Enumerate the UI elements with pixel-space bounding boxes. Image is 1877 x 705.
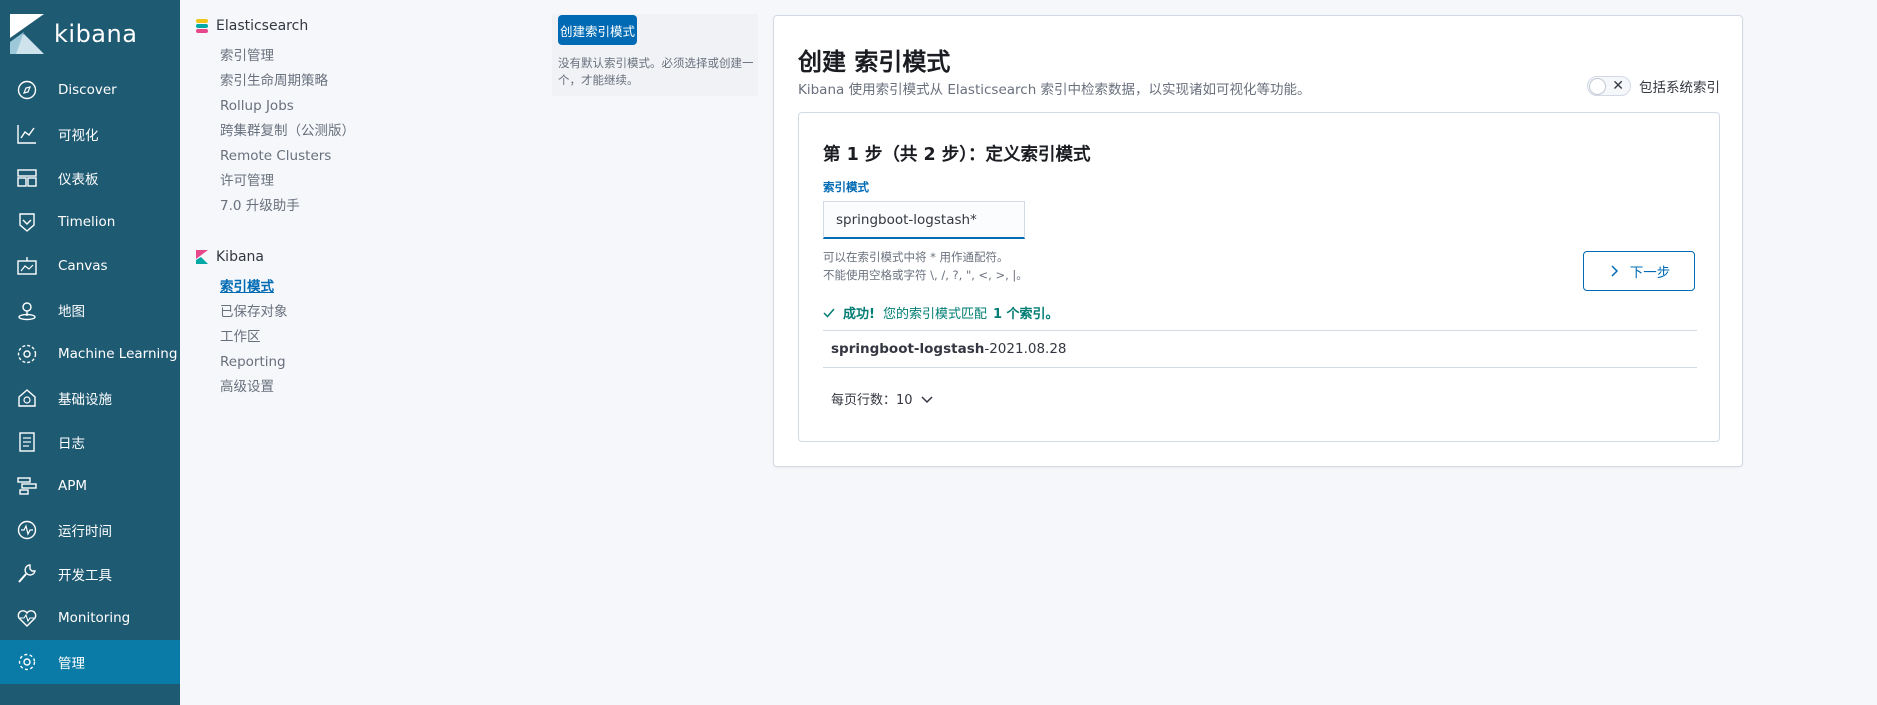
ml-icon bbox=[16, 343, 38, 365]
next-step-label: 下一步 bbox=[1629, 265, 1671, 281]
chevron-right-icon bbox=[1611, 265, 1618, 277]
next-step-button[interactable]: 下一步 bbox=[1583, 251, 1695, 291]
kibana-section-icon bbox=[196, 250, 208, 264]
uptime-icon bbox=[16, 519, 38, 541]
infrastructure-icon bbox=[16, 387, 38, 409]
toggle-knob bbox=[1589, 78, 1606, 95]
gear-icon bbox=[16, 651, 38, 673]
logs-icon bbox=[16, 431, 38, 453]
nav-item-label: 仪表板 bbox=[58, 172, 99, 188]
include-system-indices: ✕ 包括系统索引 bbox=[1587, 76, 1720, 96]
nav-item-compass[interactable]: Discover bbox=[0, 68, 180, 112]
success-prefix: 成功! bbox=[843, 307, 875, 322]
step-title: 第 1 步（共 2 步）：定义索引模式 bbox=[823, 145, 1091, 165]
rows-per-page-select[interactable]: 每页行数：10 bbox=[831, 389, 933, 408]
elasticsearch-link[interactable]: 索引生命周期策略 bbox=[196, 69, 526, 94]
dashboard-icon bbox=[16, 167, 38, 189]
nav-item-gear[interactable]: 管理 bbox=[0, 640, 180, 684]
left-nav: kibana Discover 可视化仪表板 Timelion Canvas 地图 Mac… bbox=[0, 0, 180, 705]
nav-item-canvas[interactable]: Canvas bbox=[0, 244, 180, 288]
include-system-indices-toggle[interactable]: ✕ bbox=[1587, 76, 1631, 96]
index-name-rest: -2021.08.28 bbox=[984, 341, 1067, 357]
nav-item-label: 基础设施 bbox=[58, 392, 112, 408]
chart-icon bbox=[16, 123, 38, 145]
elasticsearch-link[interactable]: 7.0 升级助手 bbox=[196, 194, 526, 219]
nav-item-uptime[interactable]: 运行时间 bbox=[0, 508, 180, 552]
create-index-pattern-panel: 创建 索引模式 Kibana 使用索引模式从 Elasticsearch 索引中… bbox=[773, 15, 1743, 467]
nav-item-infrastructure[interactable]: 基础设施 bbox=[0, 376, 180, 420]
index-name-match: springboot-logstash bbox=[831, 341, 985, 357]
matching-index-row: springboot-logstash -2021.08.28 bbox=[823, 330, 1697, 368]
rows-per-page-label: 每页行数：10 bbox=[831, 393, 913, 408]
success-text: 您的索引模式匹配 bbox=[882, 307, 987, 322]
kibana-section-header: Kibana bbox=[196, 247, 526, 267]
nav-item-label: Timelion bbox=[58, 214, 116, 230]
page-title: 创建 索引模式 bbox=[798, 48, 951, 76]
canvas-icon bbox=[16, 255, 38, 277]
nav-item-timelion[interactable]: Timelion bbox=[0, 200, 180, 244]
wrench-icon bbox=[16, 563, 38, 585]
nav-item-wrench[interactable]: 开发工具 bbox=[0, 552, 180, 596]
elasticsearch-link[interactable]: 索引管理 bbox=[196, 44, 526, 69]
compass-icon bbox=[16, 79, 38, 101]
index-pattern-help: 可以在索引模式中将 * 用作通配符。 不能使用空格或字符 \, /, ?, ",… bbox=[823, 248, 1028, 284]
management-sidebar: Elasticsearch 索引管理 索引生命周期策略 Rollup Jobs 跨集群… bbox=[196, 16, 526, 400]
kibana-link[interactable]: 高级设置 bbox=[196, 375, 526, 400]
kibana-logo-icon bbox=[10, 14, 44, 54]
nav-item-label: 管理 bbox=[58, 656, 85, 672]
nav-item-apm[interactable]: APM bbox=[0, 464, 180, 508]
elasticsearch-section-header: Elasticsearch bbox=[196, 16, 526, 36]
nav-item-dashboard[interactable]: 仪表板 bbox=[0, 156, 180, 200]
map-icon bbox=[16, 299, 38, 321]
callout-message: 没有默认索引模式。必须选择或创建一个，才能继续。 bbox=[558, 56, 754, 87]
nav-item-map[interactable]: 地图 bbox=[0, 288, 180, 332]
elasticsearch-link[interactable]: 许可管理 bbox=[196, 169, 526, 194]
elasticsearch-section-title: Elasticsearch bbox=[216, 18, 309, 34]
elasticsearch-link[interactable]: 跨集群复制（公测版） bbox=[196, 119, 526, 144]
elasticsearch-icon bbox=[196, 19, 208, 33]
nav-item-label: Discover bbox=[58, 82, 117, 98]
index-pattern-input[interactable] bbox=[823, 201, 1025, 239]
nav-item-label: Monitoring bbox=[58, 610, 131, 626]
close-icon: ✕ bbox=[1612, 78, 1624, 94]
nav-item-heartbeat[interactable]: Monitoring bbox=[0, 596, 180, 640]
check-icon bbox=[823, 308, 835, 318]
heartbeat-icon bbox=[16, 607, 38, 629]
nav-item-label: 开发工具 bbox=[58, 568, 112, 584]
page-subtitle: Kibana 使用索引模式从 Elasticsearch 索引中检索数据，以实现… bbox=[798, 82, 1311, 98]
include-system-indices-label: 包括系统索引 bbox=[1639, 80, 1720, 96]
timelion-icon bbox=[16, 211, 38, 233]
elasticsearch-link[interactable]: Remote Clusters bbox=[196, 144, 526, 169]
kibana-section-title: Kibana bbox=[216, 249, 264, 265]
kibana-link[interactable]: 已保存对象 bbox=[196, 300, 526, 325]
nav-item-label: Canvas bbox=[58, 258, 108, 274]
nav-item-label: 地图 bbox=[58, 304, 85, 320]
nav-item-label: 日志 bbox=[58, 436, 85, 452]
elasticsearch-link[interactable]: Rollup Jobs bbox=[196, 94, 526, 119]
nav-item-label: Machine Learning bbox=[58, 346, 178, 362]
apm-icon bbox=[16, 475, 38, 497]
help-line-wildcard: 可以在索引模式中将 * 用作通配符。 bbox=[823, 250, 1009, 264]
help-line-characters: 不能使用空格或字符 \, /, ?, ", <, >, |。 bbox=[823, 268, 1028, 282]
kibana-logo[interactable]: kibana bbox=[0, 0, 180, 68]
app-name: kibana bbox=[54, 20, 138, 48]
nav-item-label: 可视化 bbox=[58, 128, 99, 144]
chevron-down-icon bbox=[921, 395, 933, 403]
success-count: 1 个索引。 bbox=[992, 307, 1059, 322]
nav-item-ml[interactable]: Machine Learning bbox=[0, 332, 180, 376]
kibana-link[interactable]: 索引模式 bbox=[196, 275, 526, 300]
step-one-card: 第 1 步（共 2 步）：定义索引模式 索引模式 可以在索引模式中将 * 用作通… bbox=[798, 112, 1720, 442]
nav-item-logs[interactable]: 日志 bbox=[0, 420, 180, 464]
kibana-link[interactable]: 工作区 bbox=[196, 325, 526, 350]
kibana-link[interactable]: Reporting bbox=[196, 350, 526, 375]
create-index-pattern-button[interactable]: 创建索引模式 bbox=[558, 15, 637, 45]
nav-item-label: APM bbox=[58, 478, 88, 494]
nav-item-chart[interactable]: 可视化 bbox=[0, 112, 180, 156]
nav-item-label: 运行时间 bbox=[58, 524, 112, 540]
match-success-message: 成功! 您的索引模式匹配 1 个索引。 bbox=[823, 303, 1059, 322]
index-pattern-label: 索引模式 bbox=[823, 180, 869, 194]
